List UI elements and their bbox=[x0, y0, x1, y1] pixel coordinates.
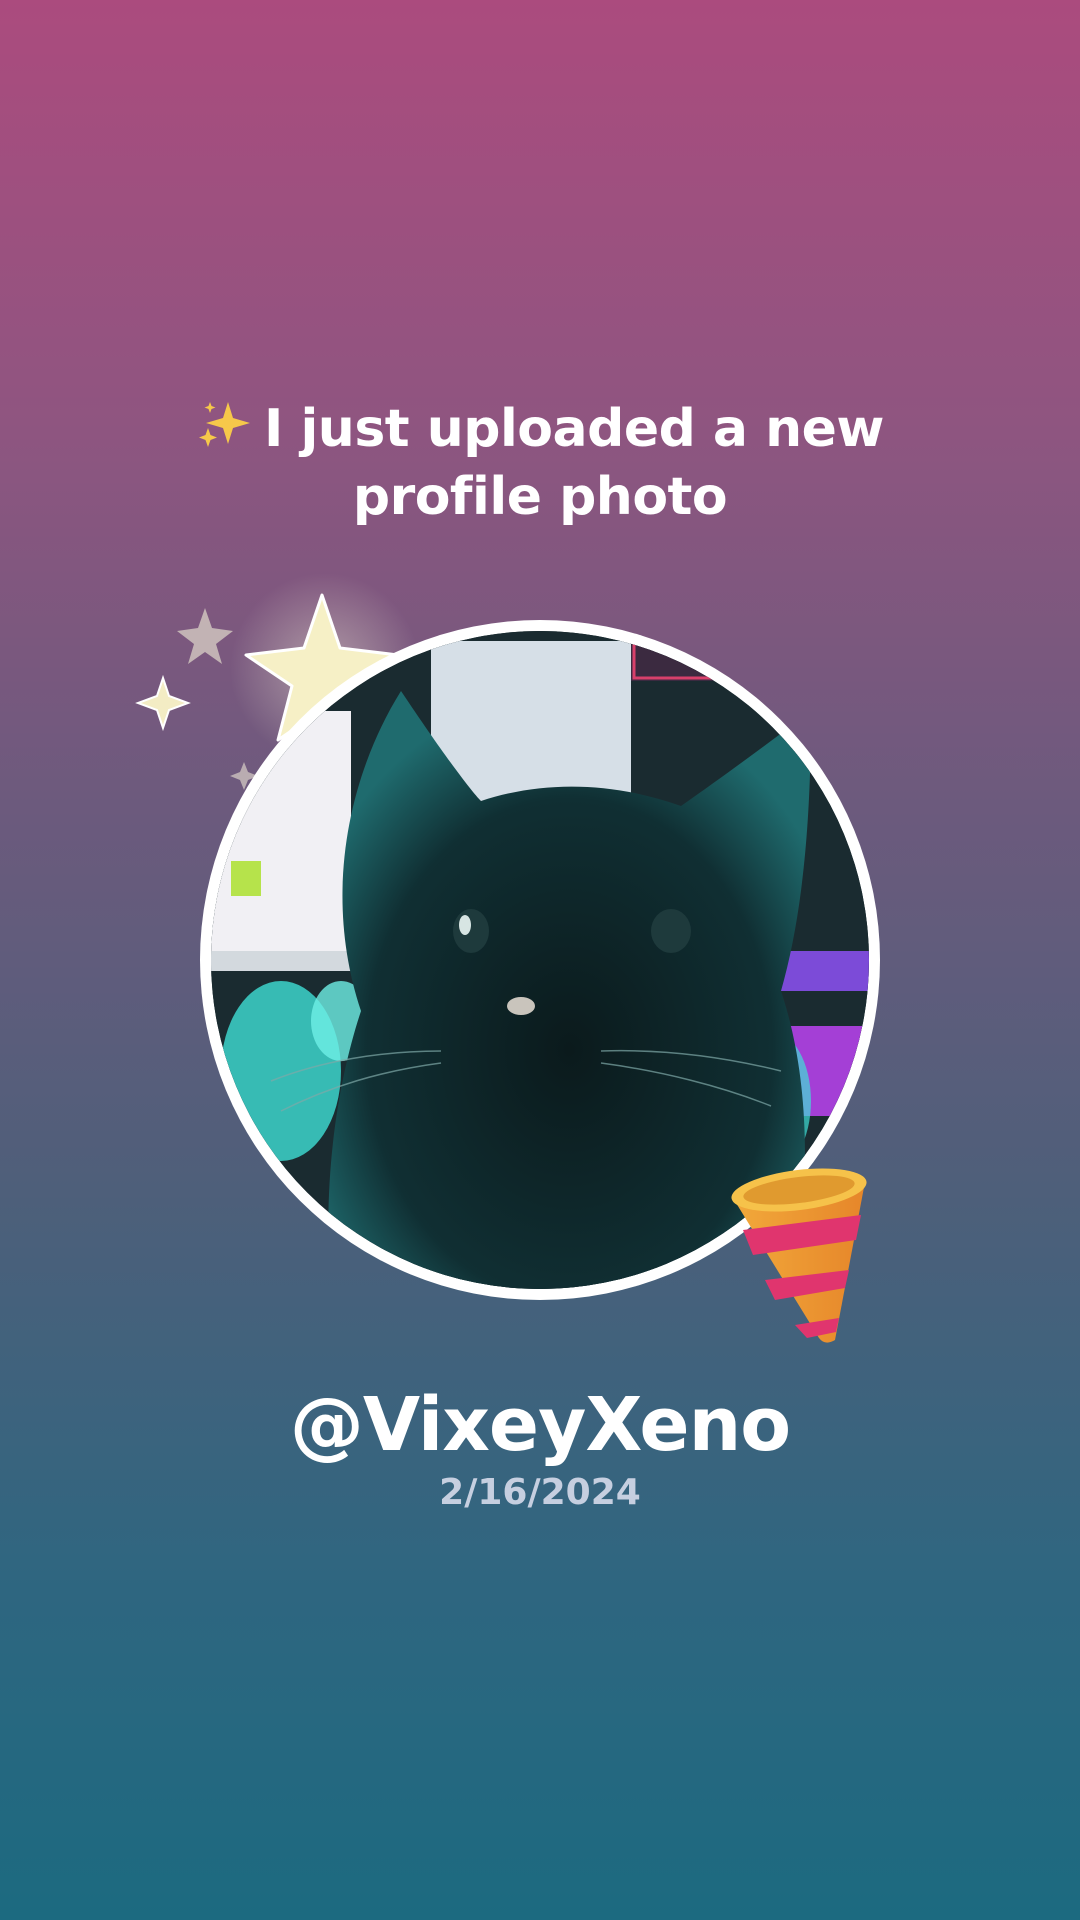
announcement-line-1: I just uploaded a new bbox=[0, 395, 1080, 463]
party-popper-icon bbox=[731, 1168, 867, 1343]
sparkles-icon bbox=[199, 402, 251, 447]
username: @VixeyXeno bbox=[289, 1382, 791, 1468]
upload-date: 2/16/2024 bbox=[439, 1472, 641, 1513]
announcement-text: I just uploaded a new profile photo bbox=[0, 395, 1080, 531]
announcement-line-2: profile photo bbox=[352, 467, 728, 527]
announcement-line-1-text: I just uploaded a new bbox=[264, 399, 884, 459]
